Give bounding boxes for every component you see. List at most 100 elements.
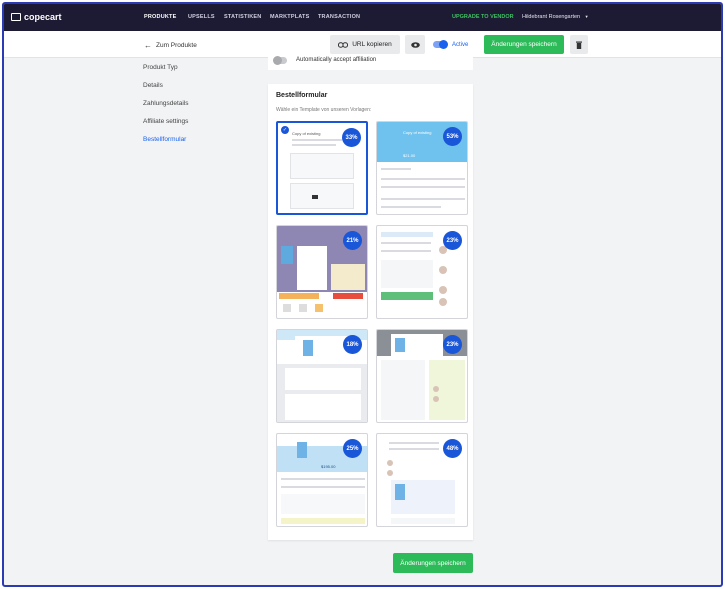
- sidebar-item-zahlungsdetails[interactable]: Zahlungsdetails: [143, 100, 189, 118]
- cart-icon: [11, 13, 21, 21]
- template-card-7[interactable]: 25% $195.00: [276, 433, 368, 527]
- text-line: [381, 250, 431, 252]
- conversion-badge: 21%: [343, 231, 362, 250]
- template-card-4[interactable]: 23%: [376, 225, 468, 319]
- offer-box: [281, 518, 365, 524]
- template-card-6[interactable]: 23%: [376, 329, 468, 423]
- brand-name: copecart: [24, 12, 62, 22]
- form-section: [285, 368, 361, 390]
- avatar: [439, 266, 447, 274]
- product-image: [297, 442, 307, 458]
- nav-item-marktplats[interactable]: MARKTPLATS: [270, 14, 309, 20]
- template-card-5[interactable]: 18%: [276, 329, 368, 423]
- conversion-badge: 53%: [443, 127, 462, 146]
- upgrade-link[interactable]: UPGRADE TO VENDOR: [452, 14, 514, 20]
- form-section: [297, 246, 327, 290]
- text-line: [381, 178, 465, 180]
- sidebar-item-bestellformular[interactable]: Bestellformular: [143, 136, 189, 154]
- nav-item-statistiken[interactable]: STATISTIKEN: [224, 14, 261, 20]
- template-heading: Copy of existing: [292, 131, 321, 136]
- back-link[interactable]: ← Zum Produkte: [144, 41, 197, 50]
- text-line: [281, 486, 365, 488]
- order-form-card: Bestellformular Wähle ein Template von u…: [268, 84, 473, 540]
- active-toggle[interactable]: [433, 40, 448, 49]
- badge-icon: [283, 304, 291, 312]
- conversion-badge: 25%: [343, 439, 362, 458]
- url-copy-button[interactable]: URL kopieren: [330, 35, 400, 54]
- affiliation-row: Automatically accept affiliation: [268, 54, 473, 70]
- sidebar-item-details[interactable]: Details: [143, 82, 189, 100]
- text-line: [381, 168, 411, 170]
- text-line: [381, 206, 441, 208]
- conversion-badge: 23%: [443, 231, 462, 250]
- preview-button[interactable]: [405, 35, 425, 54]
- nav-item-produkte[interactable]: PRODUKTE: [144, 14, 176, 20]
- form-section: [391, 518, 455, 524]
- affiliation-label: Automatically accept affiliation: [296, 57, 377, 63]
- nav-item-transaction[interactable]: TRANSACTION: [318, 14, 360, 20]
- save-button[interactable]: Änderungen speichern: [484, 35, 564, 54]
- nav-item-upsells[interactable]: UPSELLS: [188, 14, 215, 20]
- template-price: $21.00: [403, 153, 416, 158]
- avatar: [439, 286, 447, 294]
- checkmark-icon: ✓: [281, 126, 289, 134]
- avatar: [387, 460, 393, 466]
- product-image: [395, 484, 405, 500]
- form-section: [381, 360, 425, 420]
- template-card-2[interactable]: 53% Copy of existing $21.00: [376, 121, 468, 215]
- sidebar-item-produkt-typ[interactable]: Produkt Typ: [143, 64, 189, 82]
- product-sidebar: Produkt Typ Details Zahlungsdetails Affi…: [143, 64, 189, 154]
- eye-icon: [410, 41, 420, 48]
- form-section: [290, 183, 354, 209]
- arrow-left-icon: ←: [144, 41, 152, 50]
- top-navigation: copecart PRODUKTE UPSELLS STATISTIKEN MA…: [4, 4, 721, 31]
- chevron-down-icon: ▼: [584, 14, 589, 19]
- buy-button: [381, 292, 433, 300]
- conversion-badge: 23%: [443, 335, 462, 354]
- form-section: [290, 153, 354, 179]
- template-heading: Copy of existing: [403, 130, 432, 135]
- template-card-8[interactable]: 48%: [376, 433, 468, 527]
- badge-icon: [315, 304, 323, 312]
- form-section: [281, 494, 365, 514]
- text-line: [381, 198, 465, 200]
- form-section: [381, 260, 433, 288]
- buy-button: [333, 293, 363, 299]
- template-card-3[interactable]: 21%: [276, 225, 368, 319]
- conversion-badge: 33%: [342, 128, 361, 147]
- banner: [279, 293, 319, 299]
- user-name: Hildebrant Rosengarten: [522, 14, 581, 20]
- section-subtitle: Wähle ein Template von unseren Vorlagen:: [276, 107, 372, 113]
- form-section: [285, 394, 361, 420]
- avatar: [433, 396, 439, 402]
- conversion-badge: 18%: [343, 335, 362, 354]
- text-line: [381, 242, 431, 244]
- text-line: [389, 448, 439, 450]
- section-title: Bestellformular: [276, 92, 328, 99]
- back-label: Zum Produkte: [156, 42, 197, 49]
- avatar: [387, 470, 393, 476]
- sidebar-item-affiliate-settings[interactable]: Affiliate settings: [143, 118, 189, 136]
- product-image: [281, 246, 293, 264]
- affiliation-toggle[interactable]: [273, 56, 287, 65]
- app-frame: copecart PRODUKTE UPSELLS STATISTIKEN MA…: [2, 2, 723, 587]
- active-label: Active: [452, 42, 469, 48]
- text-line: [292, 139, 342, 141]
- template-card-1[interactable]: ✓ 33% Copy of existing: [276, 121, 368, 215]
- delete-button[interactable]: [570, 35, 588, 54]
- avatar: [439, 298, 447, 306]
- product-image: [303, 340, 313, 356]
- save-button-bottom[interactable]: Änderungen speichern: [393, 553, 473, 573]
- text-line: [292, 144, 336, 146]
- avatar: [433, 386, 439, 392]
- affiliation-toggle-knob: [273, 56, 282, 65]
- url-copy-label: URL kopieren: [352, 41, 392, 48]
- brand-logo[interactable]: copecart: [11, 12, 62, 22]
- template-price: $195.00: [321, 464, 336, 469]
- user-menu[interactable]: Hildebrant Rosengarten ▼: [522, 14, 589, 20]
- conversion-badge: 48%: [443, 439, 462, 458]
- badge-icon: [299, 304, 307, 312]
- offer-box: [331, 264, 365, 290]
- text-line: [381, 186, 465, 188]
- section-header: [381, 232, 433, 237]
